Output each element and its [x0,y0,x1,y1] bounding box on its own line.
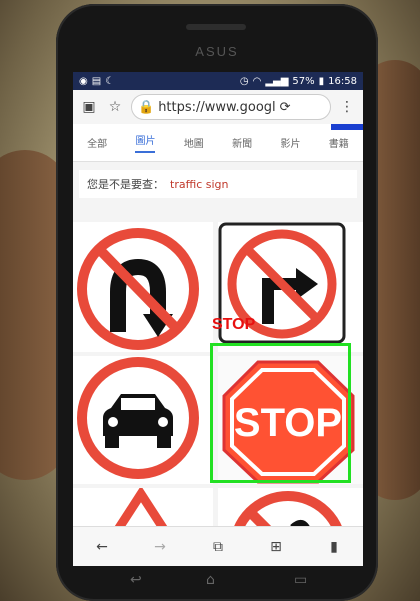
tab-images[interactable]: 圖片 [135,132,156,153]
bookmarks-icon[interactable]: ▮ [324,537,344,557]
status-bar: ◉ ▤ ☾ ◷ ◠ ▂▄▆ 57% ▮ 16:58 [73,72,363,90]
tab-indicator-strip [331,124,363,130]
tab-books[interactable]: 書籍 [329,135,349,150]
hw-recents-icon[interactable]: ▭ [294,572,307,588]
detection-label: STOP [212,316,256,333]
wifi-icon: ◠ [252,75,262,87]
did-you-mean-prompt: 您是不是要查： [87,178,164,191]
browser-bottom-bar: ← → ⧉ ⊞ ▮ [73,526,363,566]
document-icon: ▤ [91,75,102,87]
did-you-mean-bar: 您是不是要查： traffic sign [79,170,357,198]
search-tabs: 全部 圖片 地圖 新聞 影片 書籍 [73,124,363,162]
phone-body: ASUS ◉ ▤ ☾ ◷ ◠ ▂▄▆ 57% ▮ 16:58 ▣ ☆ 🔒 htt… [56,4,378,601]
clock: 16:58 [328,75,357,87]
moon-icon: ☾ [105,75,115,87]
tab-maps[interactable]: 地圖 [184,135,204,150]
whatsapp-icon: ◉ [79,75,88,87]
browser-toolbar: ▣ ☆ 🔒 https://www.googl ⟳ ⋮ [73,90,363,124]
battery-icon: ▮ [318,75,325,87]
suggested-term-link[interactable]: traffic sign [170,178,229,191]
tab-all[interactable]: 全部 [87,135,107,150]
reload-icon[interactable]: ⟳ [280,100,291,115]
lock-icon: 🔒 [138,99,155,115]
no-motor-vehicles-sign [77,357,199,479]
signal-icon: ▂▄▆ [265,75,289,87]
alarm-icon: ◷ [239,75,249,87]
result-no-u-turn[interactable] [73,222,213,352]
tab-news[interactable]: 新聞 [232,135,252,150]
tabs-switcher-icon[interactable]: ⧉ [208,537,228,557]
tab-videos[interactable]: 影片 [280,135,300,150]
hw-back-icon[interactable]: ↩ [130,572,142,588]
incognito-icon[interactable]: ▣ [79,97,99,117]
battery-percent: 57% [292,75,315,87]
address-bar[interactable]: 🔒 https://www.googl ⟳ [131,94,331,120]
earpiece [186,24,246,30]
url-text: https://www.googl [158,99,276,115]
hw-home-icon[interactable]: ⌂ [206,572,215,588]
menu-kebab-icon[interactable]: ⋮ [337,97,357,117]
forward-arrow-icon[interactable]: → [150,537,170,557]
new-tab-icon[interactable]: ⊞ [266,537,286,557]
no-u-turn-sign [77,228,199,350]
result-no-cars[interactable] [73,356,213,484]
back-arrow-icon[interactable]: ← [92,537,112,557]
phone-logo: ASUS [195,44,239,59]
detection-bounding-box [210,343,351,483]
bookmark-star-icon[interactable]: ☆ [105,97,125,117]
